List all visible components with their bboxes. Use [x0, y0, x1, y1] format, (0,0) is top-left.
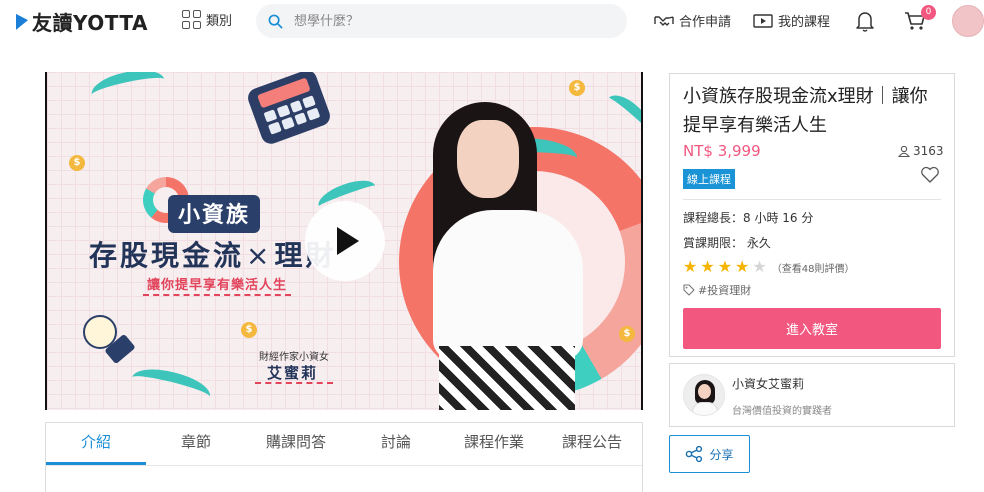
play-logo-icon	[16, 12, 28, 30]
my-courses-link[interactable]: 我的課程	[753, 11, 830, 30]
course-info-card: 小資族存股現金流x理財｜讓你提早享有樂活人生 NT$ 3,999 3163 線上…	[669, 73, 955, 357]
author-avatar[interactable]	[683, 374, 725, 416]
video-subtitle: 讓你提早享有樂活人生	[147, 278, 288, 293]
person-icon	[898, 145, 910, 157]
video-course-icon	[753, 13, 773, 28]
star-icon: ★	[752, 257, 767, 276]
course-price: NT$ 3,999	[683, 142, 761, 160]
course-validity: 賞課期限： 永久	[683, 236, 771, 250]
logo-text: 友讀YOTTA	[32, 10, 148, 35]
search-input[interactable]	[294, 13, 594, 29]
cart-count-badge: 0	[921, 5, 936, 20]
grid-icon	[182, 10, 201, 29]
bell-icon[interactable]	[855, 10, 875, 32]
user-avatar[interactable]	[952, 5, 984, 37]
handshake-icon	[654, 15, 674, 26]
reviews-link[interactable]: （查看48則評價）	[772, 260, 855, 275]
course-title: 小資族存股現金流x理財｜讓你提早享有樂活人生	[683, 86, 928, 136]
top-navbar: 友讀YOTTA 類別 合作申請 我的課程 0	[0, 0, 984, 42]
heart-icon[interactable]	[920, 166, 940, 184]
coin-icon: $	[69, 155, 85, 171]
category-label: 類別	[206, 14, 233, 29]
tab-chapters[interactable]: 章節	[146, 423, 246, 465]
video-author-role: 財經作家小資女	[259, 352, 329, 363]
my-courses-label: 我的課程	[778, 15, 831, 30]
star-icon: ★	[735, 257, 750, 276]
coin-icon: $	[619, 326, 635, 342]
course-duration: 課程總長：8 小時 16 分	[683, 211, 814, 225]
coin-icon: $	[241, 322, 257, 338]
course-video-player[interactable]: $ $ $ $ 小資族 存股現金流×理財 讓你提早享有樂活人生 財經作家小資女 …	[45, 72, 643, 410]
partner-apply-link[interactable]: 合作申請	[654, 11, 731, 30]
search-icon[interactable]	[268, 14, 283, 29]
video-author-name: 艾蜜莉	[267, 364, 319, 382]
tab-qa[interactable]: 購課問答	[246, 423, 346, 465]
enter-classroom-button[interactable]: 進入教室	[683, 308, 941, 349]
online-course-badge: 線上課程	[683, 169, 735, 189]
coin-icon: $	[569, 80, 585, 96]
tag-icon	[683, 284, 695, 296]
rating-stars[interactable]: ★ ★ ★ ★ ★ （查看48則評價）	[683, 259, 854, 275]
share-icon	[686, 446, 703, 462]
video-title-tag: 小資族	[168, 195, 261, 233]
author-card[interactable]: 小資女艾蜜莉 台灣價值投資的實踐者	[669, 363, 955, 427]
course-tabs: 介紹 章節 購課問答 討論 課程作業 課程公告	[45, 422, 643, 492]
star-icon: ★	[683, 257, 698, 276]
partner-apply-label: 合作申請	[679, 15, 732, 30]
play-button[interactable]	[305, 201, 385, 281]
site-logo[interactable]: 友讀YOTTA	[16, 9, 148, 35]
video-title: 存股現金流×理財	[89, 239, 337, 272]
star-icon: ★	[717, 257, 733, 276]
category-menu[interactable]: 類別	[182, 10, 232, 29]
tab-discussion[interactable]: 討論	[346, 423, 446, 465]
author-description: 台灣價值投資的實踐者	[732, 406, 832, 417]
student-count: 3163	[898, 144, 944, 158]
tab-assignments[interactable]: 課程作業	[444, 423, 544, 465]
share-button[interactable]: 分享	[669, 435, 750, 473]
hashtag-link[interactable]: #投資理財	[683, 282, 751, 298]
author-name[interactable]: 小資女艾蜜莉	[732, 375, 804, 392]
share-label: 分享	[709, 447, 734, 462]
tab-intro[interactable]: 介紹	[46, 423, 146, 465]
tab-announcements[interactable]: 課程公告	[542, 423, 642, 465]
search-bar	[256, 4, 627, 38]
star-icon: ★	[700, 257, 715, 276]
